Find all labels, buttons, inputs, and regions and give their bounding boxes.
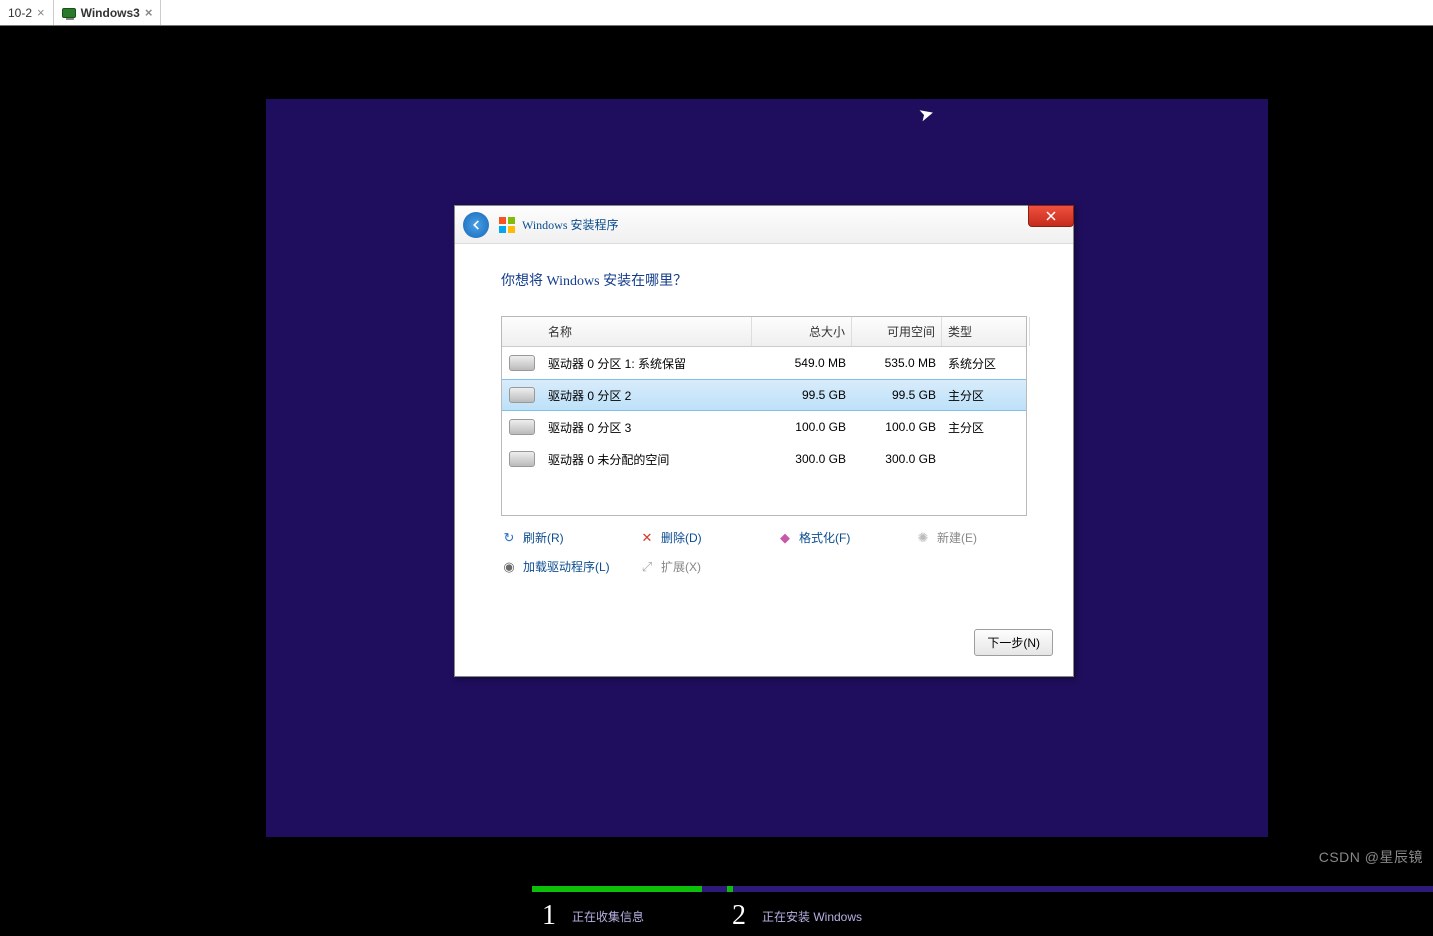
vm-tab-label: 10-2 <box>8 6 32 20</box>
partition-name: 驱动器 0 分区 1: 系统保留 <box>542 355 752 372</box>
disk-icon <box>509 355 535 371</box>
back-button[interactable] <box>463 212 489 238</box>
step-label: 正在安装 Windows <box>762 908 862 925</box>
partition-free: 100.0 GB <box>852 420 942 434</box>
step-label: 正在收集信息 <box>572 908 644 925</box>
extend-link[interactable]: ⤢ 扩展(X) <box>639 558 777 575</box>
vm-tab-1[interactable]: Windows3 × <box>54 0 162 25</box>
format-link[interactable]: ◆ 格式化(F) <box>777 529 915 546</box>
col-total: 总大小 <box>752 317 852 346</box>
watermark: CSDN @星辰镜 <box>1319 847 1423 867</box>
col-free: 可用空间 <box>852 317 942 346</box>
new-link[interactable]: ✺ 新建(E) <box>915 529 1053 546</box>
partition-total: 549.0 MB <box>752 356 852 370</box>
col-type: 类型 <box>942 317 1030 346</box>
windows-logo-icon <box>499 217 515 233</box>
partition-type: 系统分区 <box>942 355 1030 372</box>
partition-name: 驱动器 0 未分配的空间 <box>542 451 752 468</box>
close-button[interactable] <box>1028 205 1074 227</box>
guest-screen: Windows 安装程序 你想将 Windows 安装在哪里？ 名称 总大小 可… <box>266 99 1268 837</box>
step-number: 2 <box>732 900 746 932</box>
partition-free: 300.0 GB <box>852 452 942 466</box>
partition-table: 名称 总大小 可用空间 类型 驱动器 0 分区 1: 系统保留549.0 MB5… <box>501 316 1027 516</box>
partition-type: 主分区 <box>942 419 1030 436</box>
install-progress: 1 正在收集信息 2 正在安装 Windows <box>532 886 1433 936</box>
vm-tab-0[interactable]: 10-2 × <box>0 0 54 25</box>
close-icon[interactable]: × <box>145 5 153 20</box>
progress-step-1: 1 正在收集信息 <box>542 900 644 932</box>
refresh-link[interactable]: ↻ 刷新(R) <box>501 529 639 546</box>
partition-free: 99.5 GB <box>852 388 942 402</box>
extend-icon: ⤢ <box>639 559 655 575</box>
disc-icon: ◉ <box>501 559 517 575</box>
partition-total: 300.0 GB <box>752 452 852 466</box>
arrow-left-icon <box>469 218 483 232</box>
disk-icon <box>509 387 535 403</box>
refresh-icon: ↻ <box>501 530 517 546</box>
dialog-footer: 下一步(N) <box>974 629 1053 656</box>
disk-icon <box>509 451 535 467</box>
progress-bar <box>532 886 1433 892</box>
close-icon <box>1045 210 1057 222</box>
partition-total: 100.0 GB <box>752 420 852 434</box>
disk-icon <box>509 419 535 435</box>
partition-row[interactable]: 驱动器 0 分区 299.5 GB99.5 GB主分区 <box>502 379 1026 411</box>
partition-type: 主分区 <box>942 387 1030 404</box>
partition-name: 驱动器 0 分区 3 <box>542 419 752 436</box>
load-driver-link[interactable]: ◉ 加载驱动程序(L) <box>501 558 639 575</box>
dialog-content: 你想将 Windows 安装在哪里？ 名称 总大小 可用空间 类型 驱动器 0 … <box>455 244 1073 575</box>
progress-step-2: 2 正在安装 Windows <box>732 900 862 932</box>
format-icon: ◆ <box>777 530 793 546</box>
table-header: 名称 总大小 可用空间 类型 <box>502 317 1026 347</box>
page-heading: 你想将 Windows 安装在哪里？ <box>501 270 1027 290</box>
monitor-icon <box>62 8 76 18</box>
partition-row[interactable]: 驱动器 0 未分配的空间300.0 GB300.0 GB <box>502 443 1026 475</box>
close-icon[interactable]: × <box>37 5 45 20</box>
vm-tab-label: Windows3 <box>81 6 140 20</box>
installer-dialog: Windows 安装程序 你想将 Windows 安装在哪里？ 名称 总大小 可… <box>454 205 1074 677</box>
partition-free: 535.0 MB <box>852 356 942 370</box>
titlebar: Windows 安装程序 <box>455 206 1073 244</box>
step-number: 1 <box>542 900 556 932</box>
dialog-title: Windows 安装程序 <box>522 216 619 233</box>
new-icon: ✺ <box>915 530 931 546</box>
partition-name: 驱动器 0 分区 2 <box>542 387 752 404</box>
partition-tools: ↻ 刷新(R) ✕ 删除(D) ◆ 格式化(F) ✺ 新建(E) ◉ 加载驱 <box>501 529 1027 575</box>
delete-link[interactable]: ✕ 删除(D) <box>639 529 777 546</box>
next-button[interactable]: 下一步(N) <box>974 629 1053 656</box>
partition-total: 99.5 GB <box>752 388 852 402</box>
vm-tabstrip: 10-2 × Windows3 × <box>0 0 1433 26</box>
partition-row[interactable]: 驱动器 0 分区 3100.0 GB100.0 GB主分区 <box>502 411 1026 443</box>
col-name: 名称 <box>542 317 752 346</box>
delete-icon: ✕ <box>639 530 655 546</box>
partition-row[interactable]: 驱动器 0 分区 1: 系统保留549.0 MB535.0 MB系统分区 <box>502 347 1026 379</box>
